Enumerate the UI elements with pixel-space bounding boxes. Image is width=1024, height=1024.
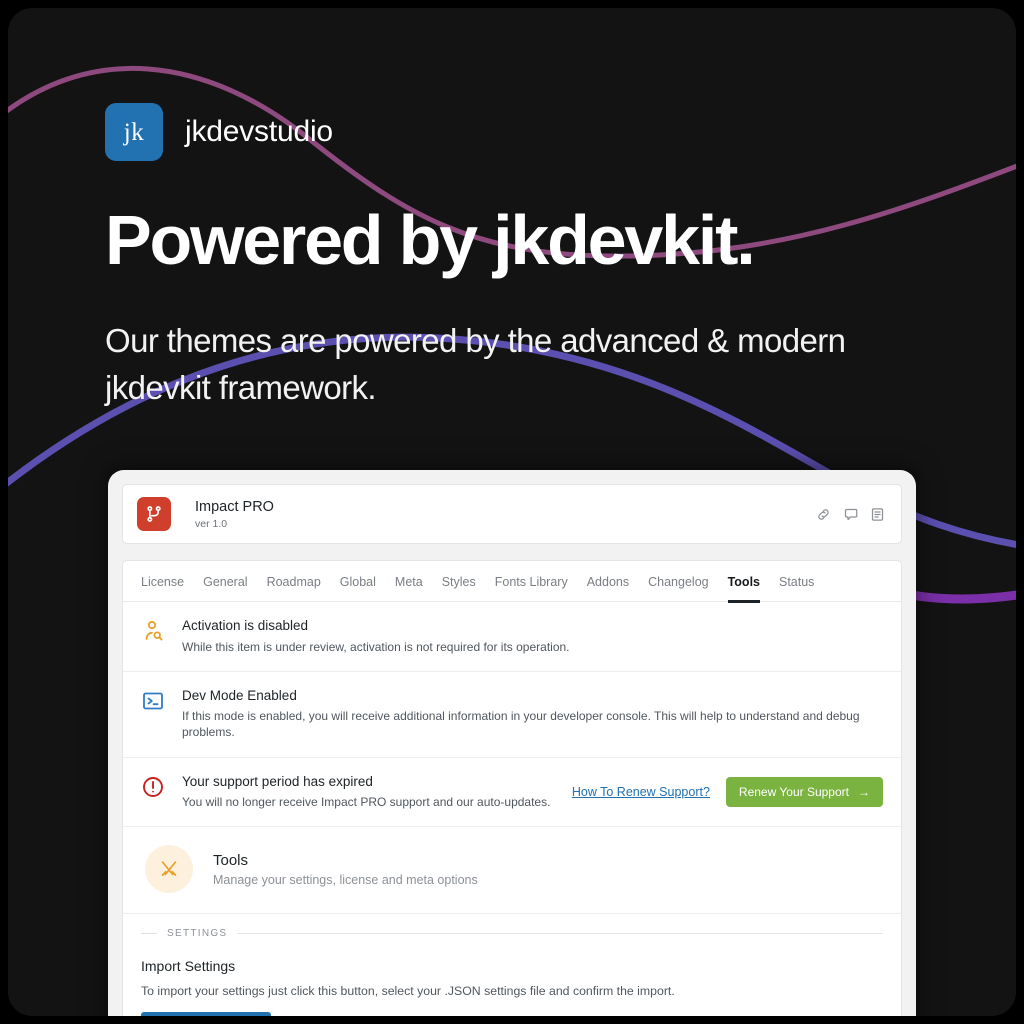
- notice-support-expired: Your support period has expired You will…: [123, 758, 901, 828]
- app-header-actions: [816, 507, 885, 522]
- import-settings-button[interactable]: Import Settings: [141, 1012, 271, 1016]
- brand-lockup: jk jkdevstudio: [105, 103, 333, 161]
- console-icon: [141, 687, 167, 718]
- tab-license[interactable]: License: [141, 575, 184, 603]
- tab-bar: License General Roadmap Global Meta Styl…: [123, 561, 901, 603]
- tools-cross-icon: [145, 845, 193, 894]
- tab-status[interactable]: Status: [779, 575, 814, 603]
- renew-your-support-button[interactable]: Renew Your Support →: [725, 776, 883, 807]
- import-settings-title: Import Settings: [141, 958, 236, 975]
- tab-global[interactable]: Global: [340, 575, 376, 603]
- dark-background-card: jk jkdevstudio Powered by jkdevkit. Our …: [8, 8, 1016, 1016]
- arrow-right-icon: →: [858, 784, 870, 799]
- alert-circle-icon: [141, 773, 167, 804]
- app-header: Impact PRO ver 1.0: [122, 484, 902, 544]
- tab-fonts-library[interactable]: Fonts Library: [495, 575, 568, 603]
- notice-dev-mode: Dev Mode Enabled If this mode is enabled…: [123, 672, 901, 758]
- tab-changelog[interactable]: Changelog: [648, 575, 708, 603]
- notice-desc: While this item is under review, activat…: [182, 639, 570, 654]
- import-settings-desc: To import your settings just click this …: [141, 983, 675, 998]
- git-branch-icon: [137, 497, 171, 531]
- notice-title: Activation is disabled: [182, 618, 309, 633]
- app-title-group: Impact PRO ver 1.0: [195, 498, 274, 530]
- support-actions: How To Renew Support? Renew Your Support…: [572, 773, 883, 807]
- app-content-panel: License General Roadmap Global Meta Styl…: [122, 560, 902, 1016]
- settings-divider-label: SETTINGS: [167, 928, 228, 940]
- tab-addons[interactable]: Addons: [587, 575, 629, 603]
- tab-styles[interactable]: Styles: [442, 575, 476, 603]
- brand-name: jkdevstudio: [185, 115, 333, 148]
- divider-rule-left: [141, 933, 157, 935]
- app-version: ver 1.0: [195, 518, 228, 531]
- notice-dev-mode-text: Dev Mode Enabled If this mode is enabled…: [182, 687, 883, 741]
- notice-title: Your support period has expired: [182, 773, 373, 789]
- user-review-icon: [141, 617, 167, 648]
- tools-section-subtitle: Manage your settings, license and meta o…: [213, 872, 478, 887]
- notice-desc: You will no longer receive Impact PRO su…: [182, 795, 551, 810]
- notice-activation-text: Activation is disabled While this item i…: [182, 617, 883, 655]
- jk-monogram-icon: jk: [105, 103, 163, 161]
- renew-button-label: Renew Your Support: [738, 784, 849, 799]
- settings-divider: SETTINGS: [123, 914, 901, 949]
- tools-section-text: Tools Manage your settings, license and …: [213, 852, 478, 887]
- link-icon[interactable]: [816, 507, 831, 522]
- app-title: Impact PRO: [195, 498, 274, 515]
- page-title: Powered by jkdevkit.: [105, 201, 756, 279]
- tab-general[interactable]: General: [203, 575, 247, 603]
- comment-icon[interactable]: [843, 507, 858, 522]
- page-subtitle: Our themes are powered by the advanced &…: [105, 322, 846, 406]
- document-icon[interactable]: [870, 507, 885, 522]
- tools-section-title: Tools: [213, 851, 249, 869]
- divider-rule: [237, 933, 883, 935]
- how-to-renew-support-link[interactable]: How To Renew Support?: [572, 785, 710, 799]
- poster-canvas: jk jkdevstudio Powered by jkdevkit. Our …: [0, 0, 1024, 1024]
- notice-desc: If this mode is enabled, you will receiv…: [182, 709, 860, 740]
- app-window: Impact PRO ver 1.0 License General Roadm…: [108, 470, 916, 1016]
- brand-logo-text: jk: [123, 118, 145, 146]
- notice-support-text: Your support period has expired You will…: [182, 773, 557, 811]
- tab-roadmap[interactable]: Roadmap: [267, 575, 321, 603]
- tools-section-header: Tools Manage your settings, license and …: [123, 827, 901, 915]
- tab-meta[interactable]: Meta: [395, 575, 423, 603]
- tab-tools[interactable]: Tools: [727, 575, 760, 603]
- notice-activation: Activation is disabled While this item i…: [123, 602, 901, 672]
- setting-import: Import Settings To import your settings …: [123, 949, 901, 1016]
- notice-title: Dev Mode Enabled: [182, 687, 297, 703]
